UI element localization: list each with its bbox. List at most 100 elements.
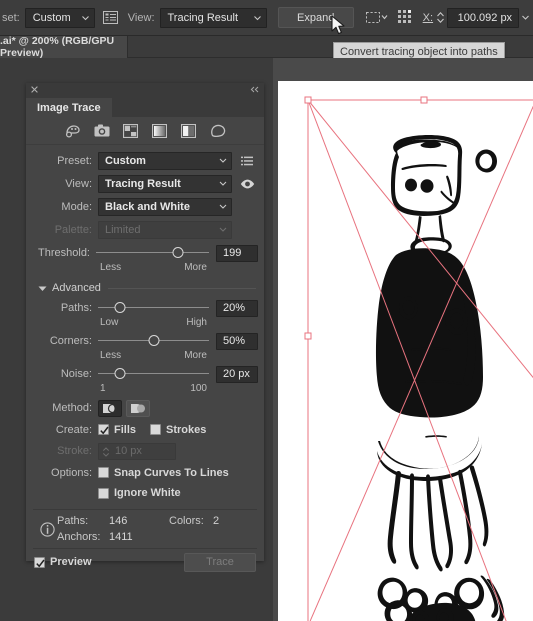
stroke-stepper-icon	[102, 446, 110, 461]
palette-value: Limited	[105, 223, 141, 236]
corners-value: 50%	[223, 335, 246, 347]
close-icon[interactable]	[31, 86, 38, 95]
control-bar-preset-label: set:	[2, 11, 20, 24]
panel-footer: Preview Trace	[26, 549, 264, 575]
image-trace-panel-icon[interactable]	[102, 8, 118, 28]
preset-icon-row	[26, 117, 264, 145]
paths-label: Paths:	[60, 302, 92, 314]
control-bar-preset-select[interactable]: Custom	[24, 7, 95, 28]
selection-bounds-icon[interactable]	[365, 8, 390, 28]
x-coordinate-label: X:	[422, 11, 434, 24]
chevron-down-icon	[219, 201, 227, 213]
noise-value: 20 px	[223, 368, 250, 380]
corners-slider[interactable]	[98, 333, 209, 349]
mode-row: Mode: Black and White	[26, 195, 264, 218]
noise-slider[interactable]	[98, 366, 209, 382]
stroke-label: Stroke:	[57, 445, 92, 457]
stroke-row: Stroke: 10 px	[26, 440, 264, 462]
threshold-slider[interactable]	[96, 245, 209, 261]
threshold-max-label: More	[184, 262, 207, 273]
create-strokes-checkbox[interactable]: Strokes	[150, 424, 206, 436]
control-bar-view-value: Tracing Result	[167, 11, 239, 24]
option-ignore-white-row: Ignore White	[26, 483, 264, 503]
document-tab[interactable]: .ai* @ 200% (RGB/GPU Preview)	[0, 35, 128, 59]
view-row: View: Tracing Result	[26, 172, 264, 195]
trace-button: Trace	[184, 552, 256, 572]
noise-min-label: 1	[100, 383, 106, 394]
info-icon	[37, 521, 57, 537]
outline-icon[interactable]	[209, 123, 227, 139]
checkbox-unchecked-icon	[98, 487, 109, 499]
x-coordinate-value: 100.092 px	[457, 11, 513, 24]
palette-row: Palette: Limited	[26, 218, 264, 241]
method-overlapping-icon[interactable]	[126, 399, 150, 417]
mode-select[interactable]: Black and White	[98, 197, 232, 216]
align-grid-icon[interactable]	[397, 8, 415, 28]
method-abutting-icon[interactable]	[98, 399, 122, 417]
option-ignore-white-checkbox[interactable]: Ignore White	[98, 487, 181, 499]
expand-tooltip-text: Convert tracing object into paths	[340, 46, 498, 58]
preview-checkbox[interactable]: Preview	[34, 556, 92, 568]
noise-input[interactable]: 20 px	[216, 365, 258, 383]
palette-label: Palette:	[54, 223, 92, 236]
option-ignore-white-label: Ignore White	[114, 487, 181, 499]
threshold-slider-knob[interactable]	[172, 247, 184, 258]
eye-icon[interactable]	[236, 179, 258, 189]
noise-endcaps: 1 100	[26, 383, 264, 397]
high-fidelity-photo-icon[interactable]	[93, 123, 111, 139]
noise-slider-knob[interactable]	[114, 368, 126, 379]
advanced-divider	[107, 287, 256, 289]
grayscale-icon[interactable]	[151, 123, 169, 139]
paths-slider-knob[interactable]	[114, 302, 126, 313]
preset-menu-icon[interactable]	[236, 156, 258, 166]
info-anchors-value: 1411	[109, 531, 133, 543]
view-select[interactable]: Tracing Result	[98, 174, 232, 193]
method-row: Method:	[26, 397, 264, 419]
chevron-down-icon	[253, 14, 261, 21]
tab-image-trace[interactable]: Image Trace	[26, 98, 112, 117]
preset-select[interactable]: Custom	[98, 151, 232, 170]
threshold-slider-track	[96, 252, 209, 253]
paths-slider[interactable]	[98, 300, 209, 316]
x-stepper[interactable]	[436, 11, 445, 24]
auto-color-icon[interactable]	[64, 123, 82, 139]
checkbox-unchecked-icon	[98, 467, 109, 478]
panel-body: Preset: Custom View: Tracing Result Mode…	[26, 117, 264, 575]
info-anchors-key: Anchors:	[57, 531, 101, 543]
option-snap-curves-checkbox[interactable]: Snap Curves To Lines	[98, 467, 229, 479]
corners-input[interactable]: 50%	[216, 332, 258, 350]
advanced-disclosure[interactable]: Advanced	[26, 278, 264, 298]
low-fidelity-photo-icon[interactable]	[122, 123, 140, 139]
corners-slider-knob[interactable]	[148, 335, 159, 346]
threshold-input[interactable]: 199	[216, 244, 258, 262]
black-and-white-icon[interactable]	[180, 123, 198, 139]
trace-button-label: Trace	[206, 556, 234, 568]
expand-button[interactable]: Expand	[277, 7, 354, 28]
threshold-min-label: Less	[100, 262, 122, 273]
preset-row: Preset: Custom	[26, 149, 264, 172]
control-bar-view-label: View:	[127, 11, 155, 24]
create-fills-checkbox[interactable]: Fills	[98, 424, 136, 436]
selection-bounding-box	[304, 96, 533, 621]
threshold-endcaps: Less More	[26, 262, 264, 276]
preset-label: Preset:	[57, 154, 92, 167]
chevron-down-icon	[219, 155, 227, 167]
view-label: View:	[65, 177, 92, 190]
corners-min-label: Less	[100, 350, 122, 361]
threshold-value: 199	[223, 247, 242, 259]
corners-label: Corners:	[49, 335, 92, 347]
canvas-area[interactable]	[273, 58, 533, 621]
collapse-icon[interactable]	[250, 86, 259, 95]
chevron-down-icon[interactable]	[521, 8, 529, 28]
artboard[interactable]	[278, 81, 533, 621]
info-colors-key: Colors:	[169, 515, 204, 527]
x-coordinate-input[interactable]: 100.092 px	[447, 7, 520, 28]
method-label: Method:	[52, 402, 92, 414]
trace-info-grid: Paths: 146 Colors: 2 Anchors: 1411	[57, 513, 257, 545]
corners-row: Corners: 50%	[26, 331, 264, 351]
chevron-down-icon	[219, 178, 227, 190]
paths-input[interactable]: 20%	[216, 299, 258, 317]
mode-value: Black and White	[105, 200, 190, 213]
paths-value: 20%	[223, 302, 246, 314]
control-bar-view-select[interactable]: Tracing Result	[159, 7, 267, 28]
